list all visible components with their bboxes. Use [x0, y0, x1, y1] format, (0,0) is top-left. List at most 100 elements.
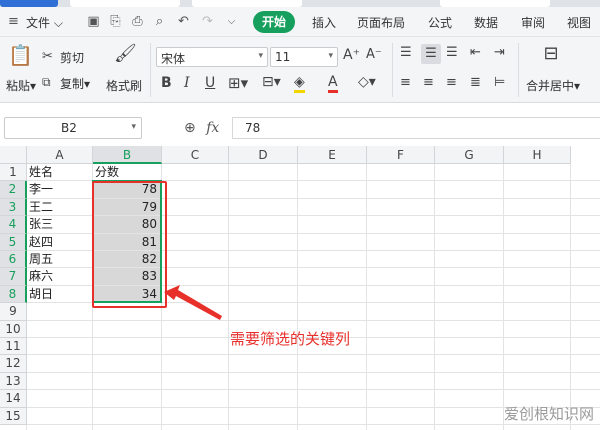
header-cell-name[interactable]: 姓名: [29, 164, 53, 181]
indent-increase-icon[interactable]: ⇥: [494, 45, 505, 60]
grid-line: [0, 302, 600, 304]
header-cell-score[interactable]: 分数: [95, 164, 119, 181]
cell-name[interactable]: 麻六: [29, 268, 53, 285]
spreadsheet-grid[interactable]: A B C D E F G H 1 2 3 4 5 6 7 8 9 10 11 12 13 14 15 姓名 分数 李一 78 王二 7…: [0, 146, 600, 430]
column-header-h[interactable]: H: [504, 146, 571, 164]
column-header-e[interactable]: E: [298, 146, 367, 164]
font-size-select[interactable]: 11 ▾: [270, 47, 338, 67]
tab-review[interactable]: 审阅: [521, 14, 545, 31]
annotation-box: [92, 181, 167, 308]
tab-insert[interactable]: 插入: [312, 14, 336, 31]
zoom-icon[interactable]: ⊕: [184, 120, 196, 136]
file-menu[interactable]: 文件 ⌵: [26, 14, 63, 31]
font-color-icon[interactable]: A: [328, 74, 338, 93]
row-header-3[interactable]: 3: [0, 198, 27, 217]
column-header-d[interactable]: D: [229, 146, 298, 164]
save-icon[interactable]: ▣: [86, 14, 101, 29]
align-bottom-icon[interactable]: ☰: [446, 45, 458, 60]
underline-icon[interactable]: U: [205, 75, 215, 91]
align-middle-icon[interactable]: ☰: [421, 44, 441, 64]
align-right-icon[interactable]: ≡: [446, 75, 457, 90]
decrease-font-icon[interactable]: A⁻: [366, 47, 382, 62]
justify-icon[interactable]: ≣: [470, 75, 481, 90]
print-icon[interactable]: ⎙: [130, 14, 145, 29]
function-icon[interactable]: fx: [206, 120, 219, 136]
divider: [392, 43, 393, 97]
window-tab[interactable]: [440, 0, 550, 7]
row-header-2[interactable]: 2: [0, 181, 27, 199]
tab-formulas[interactable]: 公式: [428, 14, 452, 31]
format-painter-button[interactable]: 格式刷: [106, 77, 142, 94]
column-header-g[interactable]: G: [435, 146, 504, 164]
align-left-icon[interactable]: ≡: [400, 75, 411, 90]
redo-icon[interactable]: ↷: [200, 14, 215, 29]
cell-name[interactable]: 周五: [29, 251, 53, 268]
cell-name[interactable]: 赵四: [29, 234, 53, 251]
row-header-8[interactable]: 8: [0, 285, 27, 304]
select-all-corner[interactable]: [0, 146, 27, 164]
distribute-icon[interactable]: ⊨: [494, 75, 505, 90]
row-header-10[interactable]: 10: [0, 320, 27, 338]
fill-color-icon[interactable]: ◈: [294, 74, 305, 93]
window-tab[interactable]: [192, 0, 302, 7]
row-header-15[interactable]: 15: [0, 407, 27, 425]
row-header-11[interactable]: 11: [0, 338, 27, 356]
row-header-6[interactable]: 6: [0, 251, 27, 269]
cell-name[interactable]: 胡日: [29, 286, 53, 303]
merge-center-icon[interactable]: ⊟: [540, 43, 562, 64]
row-header-14[interactable]: 14: [0, 390, 27, 408]
row-header-1[interactable]: 1: [0, 164, 27, 182]
align-center-icon[interactable]: ≡: [423, 75, 434, 90]
tab-page-layout[interactable]: 页面布局: [357, 14, 405, 31]
italic-icon[interactable]: I: [184, 75, 190, 91]
copy-button[interactable]: 复制▾: [60, 75, 90, 92]
print-preview-icon[interactable]: ⌕: [152, 14, 167, 29]
row-header-9[interactable]: 9: [0, 303, 27, 321]
divider: [518, 43, 519, 97]
export-icon[interactable]: ⎘: [108, 14, 123, 29]
tab-home[interactable]: 开始: [253, 11, 295, 33]
row-header-4[interactable]: 4: [0, 216, 27, 234]
cut-button[interactable]: 剪切: [60, 49, 84, 66]
cell-style-icon[interactable]: ⊟▾: [262, 74, 281, 90]
cell-name[interactable]: 李一: [29, 181, 53, 198]
tab-data[interactable]: 数据: [474, 14, 498, 31]
font-name-select[interactable]: 宋体 ▾: [156, 47, 268, 67]
indent-decrease-icon[interactable]: ⇤: [470, 45, 481, 60]
window-tab[interactable]: [70, 0, 180, 7]
row-header-7[interactable]: 7: [0, 268, 27, 286]
paste-icon[interactable]: 📋: [8, 43, 33, 67]
grid-line: [0, 267, 600, 269]
row-header-5[interactable]: 5: [0, 233, 27, 251]
menu-icon[interactable]: ≡: [6, 14, 21, 29]
merge-center-button[interactable]: 合并居中▾: [526, 77, 580, 94]
column-header-b[interactable]: B: [93, 146, 162, 164]
tab-view[interactable]: 视图: [567, 14, 591, 31]
undo-icon[interactable]: ↶: [176, 14, 191, 29]
scissors-icon[interactable]: ✂: [42, 49, 53, 64]
cell-name[interactable]: 王二: [29, 199, 53, 216]
row-header-12[interactable]: 12: [0, 355, 27, 373]
align-top-icon[interactable]: ☰: [400, 45, 412, 60]
column-header-c[interactable]: C: [162, 146, 229, 164]
increase-font-icon[interactable]: A⁺: [343, 47, 360, 63]
paste-button[interactable]: 粘贴▾: [6, 77, 36, 94]
window-tab[interactable]: [0, 0, 58, 7]
grid-line: [570, 146, 571, 430]
formula-input[interactable]: 78: [232, 117, 600, 139]
column-header-a[interactable]: A: [27, 146, 93, 164]
name-box[interactable]: B2 ▾: [4, 117, 142, 139]
cell-name[interactable]: 张三: [29, 216, 53, 233]
clear-icon[interactable]: ◇▾: [358, 74, 376, 90]
grid-line: [0, 180, 600, 182]
format-painter-icon[interactable]: 🖌: [114, 43, 137, 64]
copy-icon[interactable]: ⧉: [42, 75, 51, 90]
row-header-13[interactable]: 13: [0, 372, 27, 391]
column-header-f[interactable]: F: [367, 146, 435, 164]
customize-icon[interactable]: ⌵: [224, 14, 239, 29]
grid-line: [0, 389, 600, 391]
bold-icon[interactable]: B: [161, 75, 172, 91]
grid-line: [228, 146, 229, 430]
border-icon[interactable]: ⊞▾: [228, 74, 248, 92]
grid-line: [0, 424, 600, 425]
